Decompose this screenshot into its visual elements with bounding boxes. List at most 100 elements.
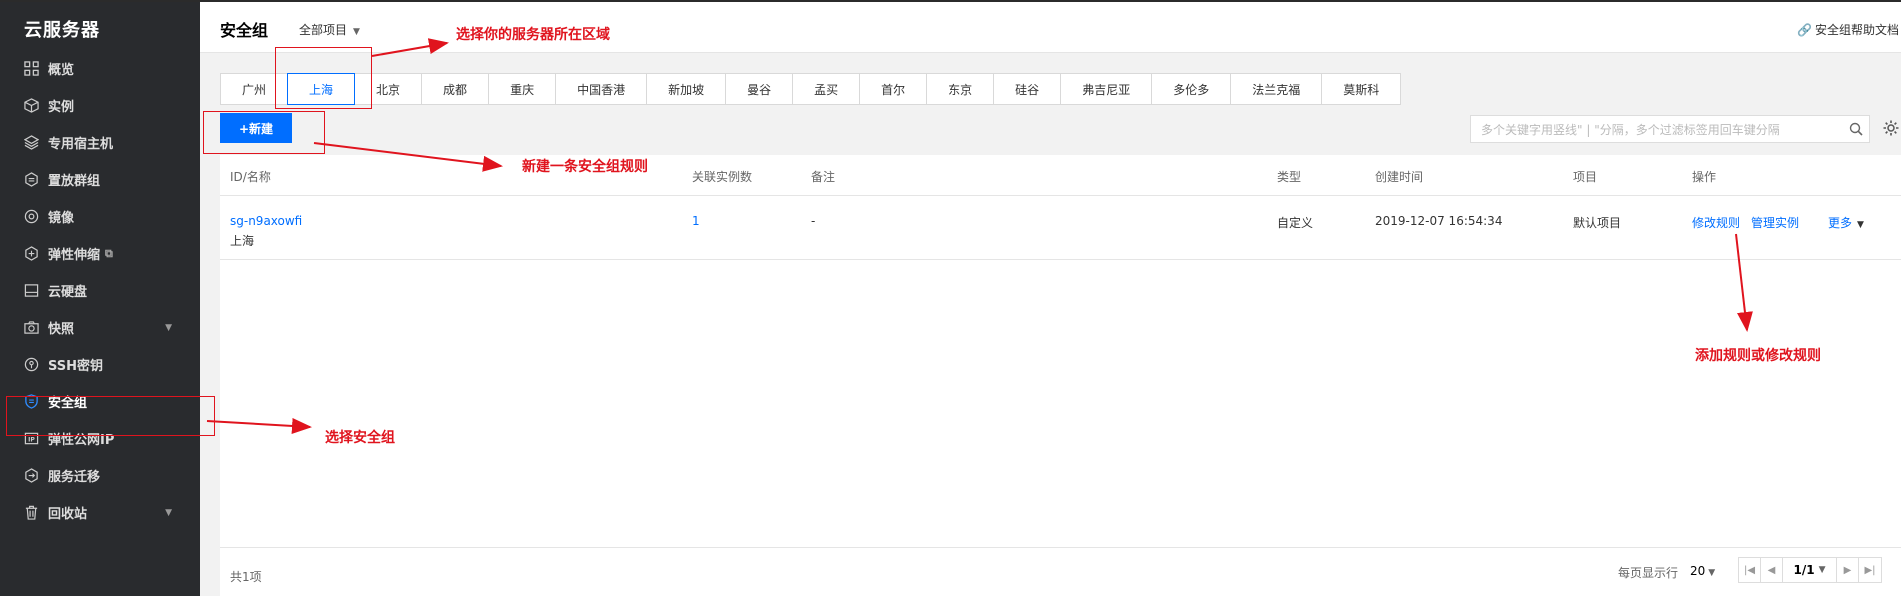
layers-icon	[23, 135, 39, 151]
last-page-button[interactable]: ▶|	[1859, 558, 1881, 582]
prev-page-button[interactable]: ◀	[1761, 558, 1783, 582]
region-tab[interactable]: 重庆	[488, 73, 557, 105]
sidebar-item-label: 快照	[48, 322, 75, 337]
caret-down-icon: ▼	[1818, 565, 1826, 575]
column-header: 操作	[1692, 170, 1717, 184]
region-tab[interactable]: 东京	[926, 73, 995, 105]
sidebar-item-cloud-disk[interactable]: 云硬盘	[0, 272, 200, 309]
annotation-select-region: 选择你的服务器所在区域	[456, 27, 610, 43]
project-value: 默认项目	[1573, 216, 1622, 230]
column-header: 类型	[1277, 170, 1302, 184]
sidebar-title: 云服务器	[24, 20, 100, 41]
column-header: 项目	[1573, 170, 1598, 184]
project-select-value: 全部项目	[299, 23, 348, 37]
sidebar-item-label: 弹性伸缩	[48, 248, 101, 263]
sidebar-item-label: 专用宿主机	[48, 137, 114, 152]
link-icon: 🔗	[1797, 23, 1812, 37]
svg-text:IP: IP	[28, 436, 35, 443]
sidebar-item-label: 实例	[48, 100, 75, 115]
region-tab[interactable]: 中国香港	[555, 73, 648, 105]
annotation-modify-rule: 添加规则或修改规则	[1695, 348, 1821, 364]
security-group-id-link[interactable]: sg-n9axowfi	[230, 214, 302, 228]
gear-icon[interactable]	[1882, 119, 1900, 137]
sidebar-item-label: 云硬盘	[48, 285, 88, 300]
search-placeholder: 多个关键字用竖线" | "分隔，多个过滤标签用回车键分隔	[1481, 122, 1780, 137]
project-select[interactable]: 全部项目 ▼	[299, 21, 360, 38]
region-tab[interactable]: 首尔	[859, 73, 928, 105]
column-header: 备注	[811, 170, 836, 184]
next-page-button[interactable]: ▶	[1837, 558, 1859, 582]
region-tab[interactable]: 上海	[287, 73, 356, 105]
region-tab[interactable]: 曼谷	[725, 73, 794, 105]
sidebar-item-migration[interactable]: 服务迁移	[0, 457, 200, 494]
page-title: 安全组	[220, 21, 269, 40]
caret-down-icon: ▼	[1857, 220, 1864, 230]
sidebar-item-label: 置放群组	[48, 174, 101, 189]
column-header: ID/名称	[230, 170, 271, 184]
external-link-icon: ⧉	[105, 246, 113, 260]
region-tab[interactable]: 新加坡	[646, 73, 727, 105]
per-page-value: 20	[1690, 564, 1706, 578]
grid-icon	[23, 61, 39, 77]
sidebar: 云服务器 概览 实例 专用宿主机 置放群组 镜像 弹性伸缩 ⧉ 云硬盘 快照 ▼…	[0, 2, 200, 596]
sidebar-item-recycle-bin[interactable]: 回收站 ▼	[0, 494, 200, 531]
key-icon	[23, 357, 39, 373]
sidebar-item-auto-scaling[interactable]: 弹性伸缩 ⧉	[0, 235, 200, 272]
annotation-select-group: 选择安全组	[325, 430, 395, 446]
security-group-name: 上海	[230, 234, 255, 248]
sidebar-item-overview[interactable]: 概览	[0, 50, 200, 87]
sidebar-item-label: 概览	[48, 63, 75, 78]
pagination: |◀ ◀ 1/1 ▼ ▶ ▶|	[1738, 557, 1882, 583]
help-doc-label: 安全组帮助文档	[1814, 23, 1899, 37]
type-value: 自定义	[1277, 216, 1314, 230]
chevron-down-icon: ▼	[165, 508, 172, 518]
caret-down-icon: ▼	[1708, 568, 1716, 578]
table-header: ID/名称 关联实例数 备注 类型 创建时间 项目 操作	[220, 155, 1901, 196]
remark-value: -	[811, 214, 816, 228]
region-tab[interactable]: 硅谷	[993, 73, 1062, 105]
security-group-table: ID/名称 关联实例数 备注 类型 创建时间 项目 操作 sg-n9axowfi…	[220, 155, 1901, 596]
cube-icon	[23, 98, 39, 114]
more-actions-dropdown[interactable]: 更多 ▼	[1828, 214, 1864, 231]
search-input[interactable]: 多个关键字用竖线" | "分隔，多个过滤标签用回车键分隔	[1470, 115, 1870, 143]
page-indicator: 1/1	[1793, 563, 1815, 577]
main-content: 广州 上海 北京 成都 重庆 中国香港 新加坡 曼谷 孟买 首尔 东京 硅谷 弗吉尼亚 多伦多 法兰克福 莫斯…	[220, 53, 1901, 596]
per-page-label: 每页显示行	[1618, 566, 1679, 580]
disc-icon	[23, 209, 39, 225]
column-header: 创建时间	[1375, 170, 1424, 184]
modify-rules-link[interactable]: 修改规则	[1692, 214, 1740, 231]
camera-icon	[23, 320, 39, 336]
region-tab[interactable]: 多伦多	[1151, 73, 1232, 105]
region-tab[interactable]: 成都	[421, 73, 490, 105]
sidebar-item-label: 回收站	[48, 507, 88, 522]
page-select[interactable]: 1/1 ▼	[1783, 558, 1837, 582]
total-count: 共1项	[230, 570, 262, 584]
sidebar-item-ssh-keys[interactable]: SSH密钥	[0, 346, 200, 383]
first-page-button[interactable]: |◀	[1739, 558, 1761, 582]
sidebar-item-placement-group[interactable]: 置放群组	[0, 161, 200, 198]
new-button-highlight-box	[203, 111, 325, 154]
per-page-select[interactable]: 20 ▼	[1690, 564, 1715, 578]
region-tabs: 广州 上海 北京 成都 重庆 中国香港 新加坡 曼谷 孟买 首尔 东京 硅谷 弗吉尼亚 多伦多 法兰克福 莫斯…	[220, 73, 1402, 105]
region-tab[interactable]: 法兰克福	[1230, 73, 1323, 105]
sidebar-item-label: SSH密钥	[48, 359, 104, 374]
region-tab[interactable]: 莫斯科	[1321, 73, 1402, 105]
search-icon[interactable]	[1849, 122, 1863, 136]
sidebar-item-images[interactable]: 镜像	[0, 198, 200, 235]
region-tab[interactable]: 孟买	[792, 73, 861, 105]
annotation-new-rule: 新建一条安全组规则	[522, 159, 648, 175]
sidebar-item-snapshots[interactable]: 快照 ▼	[0, 309, 200, 346]
scale-icon	[23, 246, 39, 262]
sidebar-item-instances[interactable]: 实例	[0, 87, 200, 124]
sidebar-item-label: 服务迁移	[48, 470, 101, 485]
help-doc-link[interactable]: 🔗 安全组帮助文档	[1797, 21, 1899, 38]
instance-count-link[interactable]: 1	[692, 214, 700, 228]
manage-instances-link[interactable]: 管理实例	[1751, 214, 1799, 231]
disk-icon	[23, 283, 39, 299]
table-row: sg-n9axowfi 上海 1 - 自定义 2019-12-07 16:54:…	[220, 197, 1901, 260]
sidebar-item-dedicated-host[interactable]: 专用宿主机	[0, 124, 200, 161]
caret-down-icon: ▼	[353, 27, 360, 37]
hexagon-icon	[23, 172, 39, 188]
region-tab[interactable]: 弗吉尼亚	[1060, 73, 1153, 105]
created-time: 2019-12-07 16:54:34	[1375, 214, 1503, 228]
